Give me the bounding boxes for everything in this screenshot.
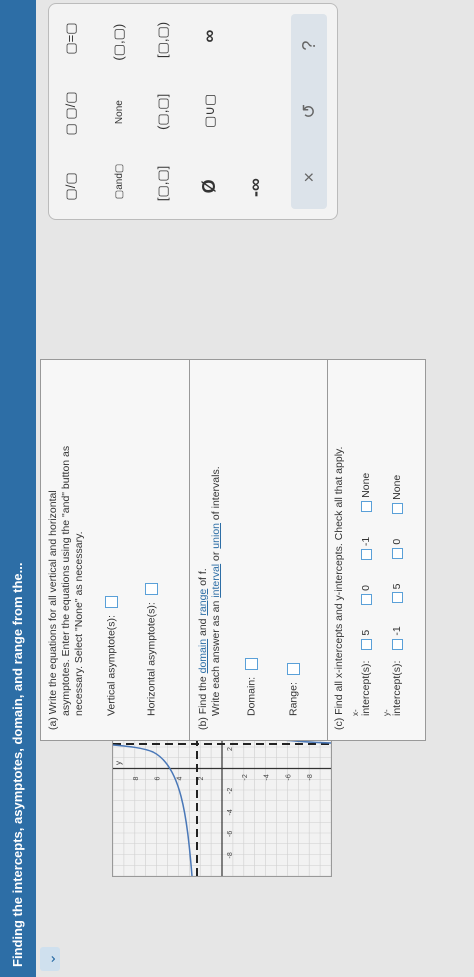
range-row: Range: xyxy=(287,663,300,716)
x-option-1: 5 xyxy=(360,629,372,636)
union-link[interactable]: union xyxy=(210,523,222,549)
x-option-checkbox-4[interactable] xyxy=(360,500,372,512)
math-palette: ▢/▢ ▢ ▢/▢ ▢=▢ ▢and▢ None (▢,▢) [▢,▢] (▢,… xyxy=(48,3,338,220)
y-tick-label: 4 xyxy=(176,777,183,781)
y-tick-label: -4 xyxy=(264,774,271,780)
vertical-asymptote-row: Vertical asymptote(s): xyxy=(105,596,118,716)
x-intercept-row: intercept(s): 5 0 -1 None xyxy=(360,473,373,716)
collapse-button[interactable]: ⌄ xyxy=(40,947,60,971)
clear-icon[interactable]: × xyxy=(299,172,320,183)
y-option-4: None xyxy=(391,474,403,500)
x-option-checkbox-2[interactable] xyxy=(360,593,372,605)
y-option-checkbox-2[interactable] xyxy=(391,592,403,604)
palette-footer: × ↺ ? xyxy=(291,14,327,209)
y-tick-label: -2 xyxy=(242,774,249,780)
x-tick-label: -2 xyxy=(227,788,234,794)
x-option-checkbox-1[interactable] xyxy=(360,638,372,650)
y-tick-label: -6 xyxy=(285,774,292,780)
domain-row: Domain: xyxy=(245,657,258,716)
y-intercept-label-top: y- xyxy=(382,709,391,716)
y-option-1: -1 xyxy=(391,626,403,636)
divider-bc xyxy=(327,360,328,740)
domain-link[interactable]: domain xyxy=(197,639,209,673)
undo-icon[interactable]: ↺ xyxy=(299,104,320,119)
horizontal-asymptote-input[interactable] xyxy=(145,583,158,596)
empty-set-button[interactable]: Ø xyxy=(199,179,220,193)
palette-row-3: [▢,▢] (▢,▢] [▢,▢) xyxy=(155,4,171,219)
part-b-line2: Write each answer as an interval or unio… xyxy=(210,466,223,716)
x-intercept-label: intercept(s): xyxy=(360,660,372,716)
part-b-text: (b) Find the xyxy=(197,673,209,730)
part-a-line1: (a) Write the equations for all vertical… xyxy=(47,490,59,730)
y-option-3: 0 xyxy=(391,538,403,545)
domain-label: Domain: xyxy=(245,676,258,716)
horizontal-asymptote-row: Horizontal asymptote(s): xyxy=(145,583,158,716)
range-link[interactable]: range xyxy=(197,589,209,616)
x-intercept-label-top: x- xyxy=(351,709,360,716)
y-option-2: 5 xyxy=(391,583,403,590)
vertical-asymptote-input[interactable] xyxy=(105,596,118,609)
y-tick-label: 8 xyxy=(133,777,140,781)
palette-row-2: ▢and▢ None (▢,▢) xyxy=(111,4,127,219)
part-a-line2: asymptotes. Enter the equations using th… xyxy=(60,445,72,716)
question-panel: (a) Write the equations for all vertical… xyxy=(40,359,426,741)
y-intercept-row: intercept(s): -1 5 0 None xyxy=(391,475,404,716)
equals-button[interactable]: ▢=▢ xyxy=(63,22,79,54)
range-label: Range: xyxy=(287,682,300,716)
part-b-text2: Write each answer as an xyxy=(210,597,222,716)
header-bar: Finding the intercepts, asymptotes, doma… xyxy=(0,0,36,977)
closed-interval-button[interactable]: [▢,▢] xyxy=(155,166,171,201)
part-b-text-and: and xyxy=(197,615,209,639)
x-option-checkbox-3[interactable] xyxy=(360,549,372,561)
negative-infinity-button[interactable]: -∞ xyxy=(245,178,266,197)
palette-row-4: Ø ▢∪▢ ∞ xyxy=(199,4,220,219)
page-title: Finding the intercepts, asymptotes, doma… xyxy=(10,562,25,968)
horizontal-asymptote-label: Horizontal asymptote(s): xyxy=(145,602,158,716)
palette-row-1: ▢/▢ ▢ ▢/▢ ▢=▢ xyxy=(63,4,79,219)
interval-link[interactable]: interval xyxy=(210,564,222,598)
x-option-3: -1 xyxy=(360,536,372,547)
help-icon[interactable]: ? xyxy=(299,41,320,51)
and-button[interactable]: ▢and▢ xyxy=(114,164,125,200)
mixed-number-button[interactable]: ▢ ▢/▢ xyxy=(63,91,79,135)
y-option-checkbox-1[interactable] xyxy=(391,638,403,650)
infinity-button[interactable]: ∞ xyxy=(199,30,220,43)
union-button[interactable]: ▢∪▢ xyxy=(202,94,218,128)
divider-ab xyxy=(189,360,190,740)
y-tick-label: -8 xyxy=(307,774,314,780)
x-tick-label: 2 xyxy=(227,747,234,751)
part-b-text-end: of f. xyxy=(197,568,209,589)
y-option-checkbox-3[interactable] xyxy=(391,547,403,559)
y-tick-label: 6 xyxy=(155,777,162,781)
screen: Finding the intercepts, asymptotes, doma… xyxy=(0,0,474,977)
x-tick-label: -4 xyxy=(227,809,234,815)
part-c-prompt: (c) Find all x-intercepts and y-intercep… xyxy=(333,446,345,730)
part-b-line1: (b) Find the domain and range of f. xyxy=(197,568,210,730)
part-b-text2-end: of intervals. xyxy=(210,466,222,523)
y-axis-label: y xyxy=(114,761,123,765)
domain-input[interactable] xyxy=(245,657,258,670)
right-open-interval-button[interactable]: [▢,▢) xyxy=(155,22,171,58)
none-button[interactable]: None xyxy=(114,100,125,124)
part-b-text-or: or xyxy=(210,548,222,564)
chevron-down-icon: ⌄ xyxy=(41,953,58,965)
part-a-line3: necessary. Select "None" as necessary. xyxy=(73,531,85,716)
fraction-button[interactable]: ▢/▢ xyxy=(63,172,79,200)
x-option-4: None xyxy=(360,472,372,498)
palette-row-5: -∞ xyxy=(245,0,266,219)
y-intercept-label: intercept(s): xyxy=(391,660,403,716)
curve-left-branch xyxy=(113,744,193,876)
open-interval-button[interactable]: (▢,▢) xyxy=(111,24,127,61)
vertical-asymptote-label: Vertical asymptote(s): xyxy=(105,615,118,716)
x-tick-label: -6 xyxy=(227,831,234,837)
y-tick-label: 2 xyxy=(198,777,205,781)
x-tick-label: -8 xyxy=(227,852,234,858)
range-input[interactable] xyxy=(287,663,300,676)
y-option-checkbox-4[interactable] xyxy=(391,502,403,514)
x-option-2: 0 xyxy=(360,585,372,591)
left-open-interval-button[interactable]: (▢,▢] xyxy=(155,94,171,130)
